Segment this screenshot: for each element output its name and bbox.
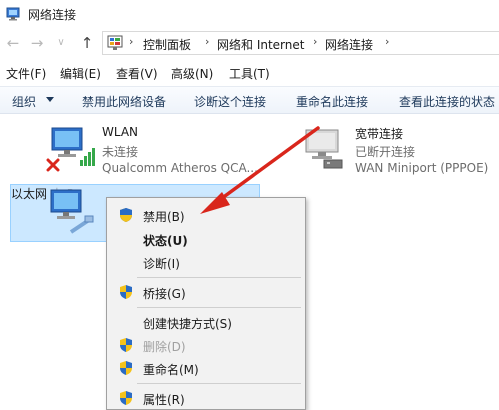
command-bar: 组织 禁用此网络设备 诊断这个连接 重命名此连接 查看此连接的状态 (0, 86, 499, 114)
menu-separator (137, 383, 301, 384)
adapter-device: WAN Miniport (PPPOE) (355, 161, 489, 175)
diagnose-connection-button[interactable]: 诊断这个连接 (194, 93, 266, 110)
adapter-name: WLAN (102, 125, 139, 139)
breadcrumb-separator[interactable]: › (129, 35, 133, 48)
menu-item-disable[interactable]: 禁用(B) (109, 204, 303, 226)
organize-button[interactable]: 组织 (12, 93, 36, 110)
ethernet-adapter-icon (50, 189, 94, 234)
rename-connection-button[interactable]: 重命名此连接 (296, 93, 368, 110)
back-arrow-icon[interactable]: ← (4, 33, 22, 53)
adapter-name: 宽带连接 (355, 127, 404, 141)
menu-edit[interactable]: 编辑(E) (60, 65, 101, 82)
shield-icon (120, 361, 132, 375)
menu-item-label: 删除(D) (143, 340, 186, 354)
shield-icon (120, 285, 132, 299)
shield-icon (120, 208, 132, 222)
view-status-button[interactable]: 查看此连接的状态 (399, 93, 495, 110)
adapter-status: 未连接 (102, 145, 139, 159)
menu-item-rename[interactable]: 重命名(M) (109, 357, 303, 379)
menu-item-label: 桥接(G) (143, 287, 186, 301)
address-bar[interactable]: › 控制面板 › 网络和 Internet › 网络连接 › (102, 31, 499, 55)
adapter-device: Qualcomm Atheros QCA... (102, 161, 258, 175)
up-arrow-icon[interactable]: ↑ (78, 33, 96, 53)
menu-item-delete: 删除(D) (109, 334, 303, 356)
adapter-broadband[interactable]: 宽带连接 已断开连接 WAN Miniport (PPPOE) (302, 124, 499, 178)
menu-file[interactable]: 文件(F) (6, 65, 46, 82)
navigation-row: ← → ∨ ↑ › 控制面板 › 网络和 Internet › 网络连接 › (0, 30, 499, 56)
menu-separator (137, 307, 301, 308)
menu-item-label: 状态(U) (143, 234, 188, 248)
window-title: 网络连接 (28, 8, 77, 22)
menu-item-label: 诊断(I) (143, 257, 180, 271)
menu-item-properties[interactable]: 属性(R) (109, 387, 303, 409)
menu-item-label: 禁用(B) (143, 210, 185, 224)
menu-item-create-shortcut[interactable]: 创建快捷方式(S) (109, 311, 303, 333)
chevron-down-icon[interactable]: ∨ (52, 33, 70, 53)
menu-bar: 文件(F) 编辑(E) 查看(V) 高级(N) 工具(T) (0, 62, 499, 84)
broadband-adapter-icon (305, 129, 343, 169)
title-bar: 网络连接 (0, 0, 499, 28)
context-menu: 禁用(B) 状态(U) 诊断(I) 桥接(G) 创建快捷方式(S) 删除(D) (106, 197, 306, 410)
adapter-wlan[interactable]: WLAN 未连接 Qualcomm Atheros QCA... (44, 124, 284, 175)
menu-item-status[interactable]: 状态(U) (109, 228, 303, 250)
shield-icon (120, 391, 132, 405)
menu-separator (137, 277, 301, 278)
disconnected-x-icon (46, 158, 60, 172)
breadcrumb-network-connections[interactable]: 网络连接 (325, 36, 373, 53)
control-panel-icon (107, 35, 123, 50)
menu-item-label: 属性(R) (143, 393, 185, 407)
breadcrumb-control-panel[interactable]: 控制面板 (143, 36, 191, 53)
breadcrumb-separator[interactable]: › (313, 35, 317, 48)
menu-advanced[interactable]: 高级(N) (171, 65, 213, 82)
breadcrumb-separator[interactable]: › (385, 35, 389, 48)
breadcrumb-network-internet[interactable]: 网络和 Internet (217, 36, 304, 53)
disable-device-button[interactable]: 禁用此网络设备 (82, 93, 166, 110)
shield-icon (120, 338, 132, 352)
menu-view[interactable]: 查看(V) (116, 65, 158, 82)
menu-item-bridge[interactable]: 桥接(G) (109, 281, 303, 303)
network-connections-icon (6, 7, 20, 21)
breadcrumb-separator[interactable]: › (205, 35, 209, 48)
forward-arrow-icon[interactable]: → (28, 33, 46, 53)
adapter-name: 以太网 (11, 187, 48, 201)
menu-tools[interactable]: 工具(T) (229, 65, 270, 82)
menu-item-label: 创建快捷方式(S) (143, 317, 232, 331)
chevron-down-icon[interactable] (46, 97, 54, 102)
adapter-status: 已断开连接 (355, 145, 416, 159)
menu-item-label: 重命名(M) (143, 363, 199, 377)
menu-item-diagnose[interactable]: 诊断(I) (109, 251, 303, 273)
